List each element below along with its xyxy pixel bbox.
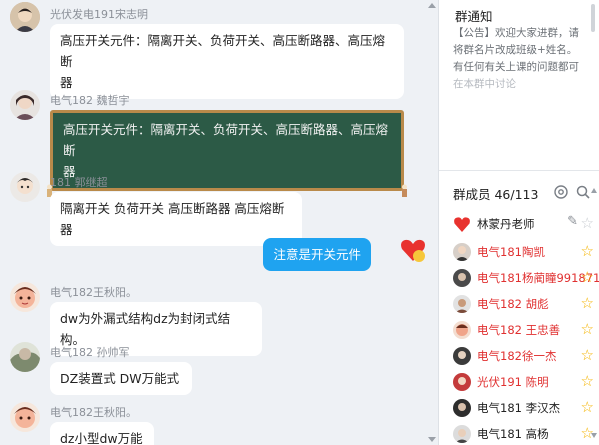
- avatar[interactable]: [10, 90, 40, 120]
- member-name: 电气181 高杨: [477, 427, 549, 441]
- edit-icon[interactable]: ✎: [567, 214, 578, 229]
- chat-scrollbar[interactable]: [427, 0, 437, 445]
- member-avatar: [453, 321, 471, 339]
- member-avatar: [453, 425, 471, 443]
- message-text: dw为外漏式结构dz为封闭式结构。: [60, 311, 231, 347]
- member-name: 电气182 胡彪: [477, 297, 549, 311]
- avatar[interactable]: [10, 282, 40, 312]
- group-notice-title: 群通知: [455, 9, 493, 24]
- chalk-figure-icon: [402, 184, 407, 197]
- group-side-panel: 群通知 【公告】欢迎大家进群，请 将群名片改成班级+姓名。 有任何有关上课的问题…: [438, 0, 599, 445]
- member-name: 电气181陶凯: [477, 245, 545, 259]
- member-avatar: [453, 347, 471, 365]
- member-avatar: [453, 295, 471, 313]
- scroll-down-icon[interactable]: [428, 437, 436, 442]
- notice-line: 在本群中讨论: [453, 78, 516, 90]
- avatar[interactable]: [10, 402, 40, 432]
- notice-line: 将群名片改成班级+姓名。: [453, 44, 578, 56]
- at-icon[interactable]: [553, 184, 569, 200]
- member-item[interactable]: 电气182徐一杰 ☆: [439, 344, 599, 368]
- member-avatar: [453, 269, 471, 287]
- member-avatar: [453, 243, 471, 261]
- member-item[interactable]: 电气182 胡彪 ☆: [439, 292, 599, 316]
- sender-name: 181 郭继超: [50, 176, 108, 189]
- notice-line: 有任何有关上课的问题都可: [453, 61, 579, 73]
- members-count: 群成员 46/113: [453, 187, 539, 202]
- message-bubble[interactable]: DZ装置式 DW万能式: [50, 362, 192, 395]
- member-item[interactable]: 电气182 王忠善 ☆: [439, 318, 599, 342]
- sender-name: 电气182王秋阳。: [50, 406, 137, 419]
- sender-name: 电气182 魏哲宇: [50, 94, 130, 107]
- message-text: 器: [60, 75, 73, 90]
- member-item[interactable]: 电气181 李汉杰 ☆: [439, 396, 599, 420]
- member-item[interactable]: 电气181陶凯 ☆: [439, 240, 599, 264]
- group-notice-text[interactable]: 【公告】欢迎大家进群，请 将群名片改成班级+姓名。 有任何有关上课的问题都可 在…: [453, 25, 593, 93]
- message-text: 高压开关元件：隔离开关、负荷开关、高压断路器、高压熔断: [63, 122, 389, 158]
- member-name: 电气182徐一杰: [477, 349, 557, 363]
- avatar[interactable]: [10, 2, 40, 32]
- avatar[interactable]: [10, 172, 40, 202]
- scroll-up-icon[interactable]: [428, 3, 436, 8]
- message-text: dz小型dw万能: [60, 431, 143, 445]
- message-text: DZ装置式 DW万能式: [60, 371, 180, 386]
- avatar[interactable]: [10, 342, 40, 372]
- member-name: 林蒙丹老师: [477, 217, 535, 231]
- sender-name: 电气182王秋阳。: [50, 286, 137, 299]
- message-bubble-own[interactable]: 注意是开关元件: [263, 238, 371, 271]
- message-bubble[interactable]: 隔离开关 负荷开关 高压断路器 高压熔断器: [50, 192, 302, 246]
- member-name: 光伏191 陈明: [477, 375, 549, 389]
- member-item[interactable]: 电气181杨蔺瞳9918713 ☆: [439, 266, 599, 290]
- sender-name: 光伏发电191宋志明: [50, 8, 148, 21]
- message-text: 隔离开关 负荷开关 高压断路器 高压熔断器: [60, 201, 285, 237]
- member-avatar: [453, 373, 471, 391]
- message-text: 器: [63, 164, 76, 179]
- heart-avatar-icon[interactable]: [399, 236, 427, 264]
- member-item[interactable]: 林蒙丹老师 ✎ ☆: [439, 212, 599, 236]
- sender-name: 电气182 孙帅军: [50, 346, 130, 359]
- message-bubble[interactable]: dz小型dw万能: [50, 422, 154, 445]
- members-scrollbar[interactable]: [591, 188, 597, 438]
- member-avatar: [453, 399, 471, 417]
- message-text: 注意是开关元件: [273, 247, 361, 262]
- search-icon[interactable]: [575, 184, 591, 200]
- member-name: 电气181 李汉杰: [477, 401, 561, 415]
- message-text: 高压开关元件：隔离开关、负荷开关、高压断路器、高压熔断: [60, 33, 386, 69]
- member-item[interactable]: 电气181 高杨 ☆: [439, 422, 599, 445]
- member-item[interactable]: 光伏191 陈明 ☆: [439, 370, 599, 394]
- divider: [439, 170, 599, 171]
- message-bubble[interactable]: 高压开关元件：隔离开关、负荷开关、高压断路器、高压熔断 器: [50, 24, 404, 99]
- notice-line: 【公告】欢迎大家进群，请: [453, 27, 579, 39]
- member-avatar: [453, 215, 471, 233]
- chat-panel: 光伏发电191宋志明 高压开关元件：隔离开关、负荷开关、高压断路器、高压熔断 器…: [0, 0, 433, 445]
- member-name: 电气182 王忠善: [477, 323, 561, 337]
